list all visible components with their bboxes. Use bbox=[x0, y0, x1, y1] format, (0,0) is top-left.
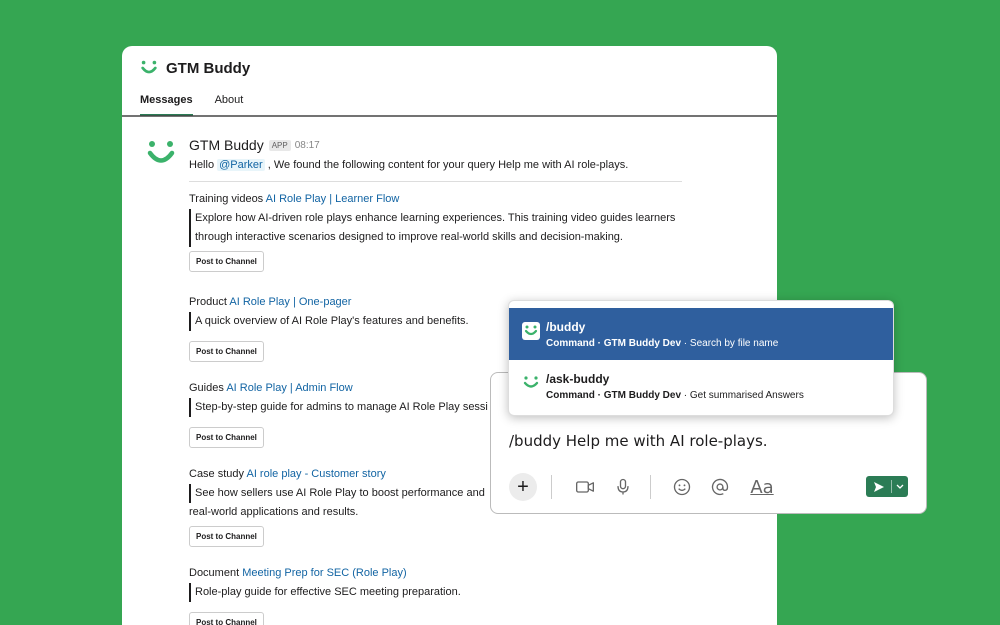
command-name: /buddy bbox=[546, 320, 586, 334]
item-heading: Training videos AI Role Play | Learner F… bbox=[189, 191, 746, 207]
plus-icon: + bbox=[517, 476, 529, 498]
item-category: Training videos bbox=[189, 193, 264, 205]
command-source: Command · GTM Buddy Dev bbox=[546, 390, 682, 401]
item-category: Product bbox=[189, 296, 227, 308]
message-time[interactable]: 08:17 bbox=[295, 140, 320, 151]
tab-messages[interactable]: Messages bbox=[140, 88, 193, 116]
command-meta: Command · GTM Buddy Dev · Search by file… bbox=[546, 338, 893, 349]
sender-name[interactable]: GTM Buddy bbox=[189, 137, 264, 153]
app-icon bbox=[522, 322, 540, 340]
composer-input[interactable]: /buddy Help me with AI role-plays. bbox=[509, 432, 768, 450]
item-category: Case study bbox=[189, 468, 245, 480]
content-item: Document Meeting Prep for SEC (Role Play… bbox=[189, 565, 746, 625]
toolbar-separator bbox=[551, 475, 552, 499]
video-icon[interactable] bbox=[574, 476, 596, 498]
emoji-icon[interactable] bbox=[671, 476, 693, 498]
intro-prefix: Hello bbox=[189, 159, 218, 171]
add-attachment-button[interactable]: + bbox=[509, 473, 537, 501]
header-divider bbox=[122, 115, 777, 117]
message-separator bbox=[189, 181, 682, 182]
mention-icon[interactable] bbox=[709, 476, 731, 498]
command-option-buddy[interactable]: /buddy Command · GTM Buddy Dev · Search … bbox=[509, 308, 893, 360]
command-name: /ask-buddy bbox=[546, 372, 610, 386]
item-description: Explore how AI-driven role plays enhance… bbox=[189, 209, 699, 247]
item-category: Guides bbox=[189, 382, 224, 394]
item-description: Role-play guide for effective SEC meetin… bbox=[189, 583, 699, 602]
command-source: Command · GTM Buddy Dev bbox=[546, 338, 682, 349]
send-button[interactable] bbox=[866, 476, 908, 497]
command-description: · Get summarised Answers bbox=[681, 390, 804, 401]
app-icon bbox=[523, 376, 539, 388]
toolbar-separator bbox=[650, 475, 651, 499]
message-header: GTM Buddy APP 08:17 bbox=[189, 136, 746, 154]
user-mention[interactable]: @Parker bbox=[217, 159, 265, 171]
post-to-channel-button[interactable]: Post to Channel bbox=[189, 612, 264, 625]
smile-logo-icon bbox=[141, 60, 157, 74]
format-label: Aa bbox=[750, 476, 774, 498]
composer-toolbar: + Aa bbox=[509, 473, 785, 501]
app-badge: APP bbox=[268, 139, 291, 151]
post-to-channel-button[interactable]: Post to Channel bbox=[189, 251, 264, 272]
content-item: Training videos AI Role Play | Learner F… bbox=[189, 191, 746, 272]
post-to-channel-button[interactable]: Post to Channel bbox=[189, 341, 264, 362]
item-link[interactable]: AI Role Play | Learner Flow bbox=[266, 193, 400, 205]
tab-about[interactable]: About bbox=[215, 88, 244, 116]
tab-bar: Messages About bbox=[140, 88, 759, 116]
app-title-bar: GTM Buddy bbox=[140, 46, 759, 88]
command-option-ask-buddy[interactable]: /ask-buddy Command · GTM Buddy Dev · Get… bbox=[509, 360, 893, 412]
bot-avatar-icon bbox=[147, 141, 175, 163]
intro-suffix: , We found the following content for you… bbox=[264, 159, 629, 171]
text-format-icon[interactable]: Aa bbox=[747, 476, 777, 498]
send-arrow-icon bbox=[866, 481, 891, 493]
window-header: GTM Buddy Messages About bbox=[122, 46, 777, 116]
post-to-channel-button[interactable]: Post to Channel bbox=[189, 526, 264, 547]
item-link[interactable]: AI role play - Customer story bbox=[246, 468, 385, 480]
command-meta: Command · GTM Buddy Dev · Get summarised… bbox=[546, 390, 893, 401]
post-to-channel-button[interactable]: Post to Channel bbox=[189, 427, 264, 448]
item-category: Document bbox=[189, 567, 240, 579]
app-title: GTM Buddy bbox=[166, 59, 251, 77]
command-description: · Search by file name bbox=[681, 338, 779, 349]
message-intro: Hello @Parker , We found the following c… bbox=[189, 157, 746, 173]
item-link[interactable]: AI Role Play | One-pager bbox=[229, 296, 351, 308]
item-link[interactable]: Meeting Prep for SEC (Role Play) bbox=[242, 567, 406, 579]
item-link[interactable]: AI Role Play | Admin Flow bbox=[226, 382, 352, 394]
command-autocomplete: /buddy Command · GTM Buddy Dev · Search … bbox=[508, 300, 894, 416]
item-heading: Document Meeting Prep for SEC (Role Play… bbox=[189, 565, 746, 581]
microphone-icon[interactable] bbox=[612, 476, 634, 498]
chevron-down-icon[interactable] bbox=[892, 484, 908, 490]
